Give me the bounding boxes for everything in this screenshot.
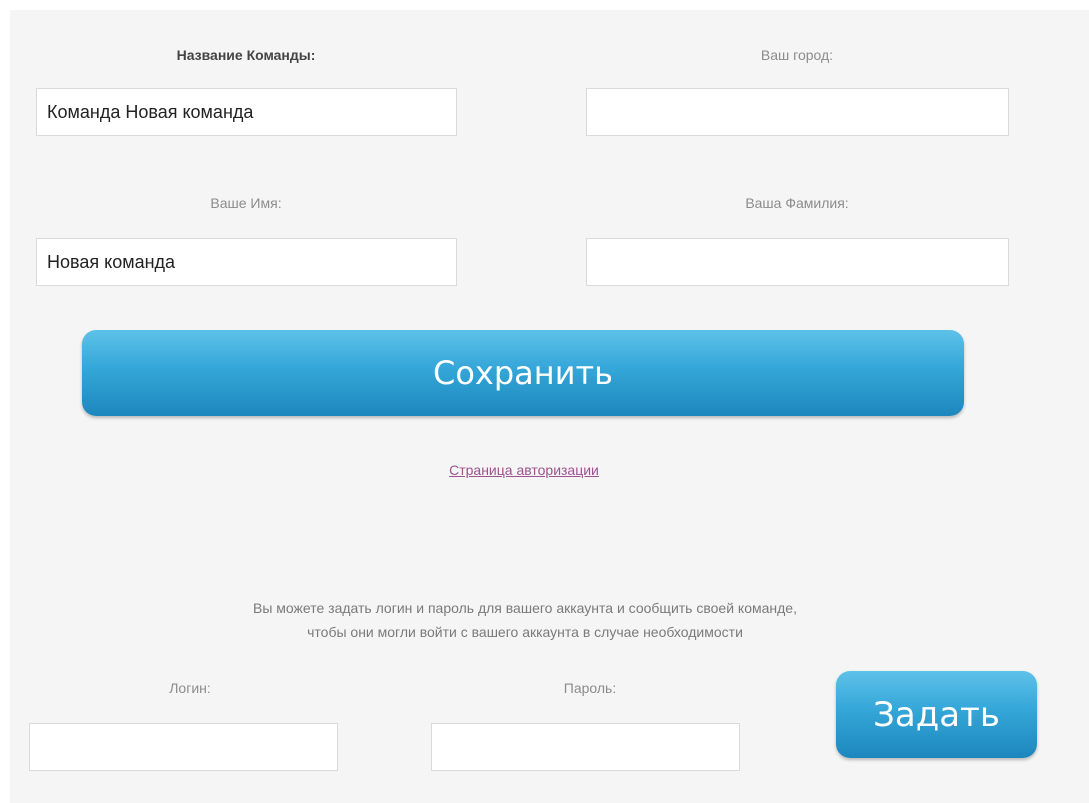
set-credentials-button[interactable]: Задать	[836, 671, 1037, 758]
team-name-input[interactable]	[36, 88, 457, 136]
first-name-label: Ваше Имя:	[210, 195, 282, 211]
credentials-info-line-1: Вы можете задать логин и пароль для ваше…	[253, 600, 797, 616]
last-name-input[interactable]	[586, 238, 1009, 286]
team-name-label: Название Команды:	[176, 47, 316, 63]
auth-page-link[interactable]: Страница авторизации	[374, 462, 674, 478]
credentials-info-line-2: чтобы они могли войти с вашего аккаунта …	[307, 624, 743, 640]
password-label: Пароль:	[563, 680, 617, 696]
first-name-input[interactable]	[36, 238, 457, 286]
save-button[interactable]: Сохранить	[82, 330, 964, 416]
password-input[interactable]	[431, 723, 740, 771]
last-name-label: Ваша Фамилия:	[745, 195, 849, 211]
city-input[interactable]	[586, 88, 1009, 136]
login-label: Логин:	[169, 680, 211, 696]
login-input[interactable]	[29, 723, 338, 771]
city-label: Ваш город:	[760, 47, 834, 63]
